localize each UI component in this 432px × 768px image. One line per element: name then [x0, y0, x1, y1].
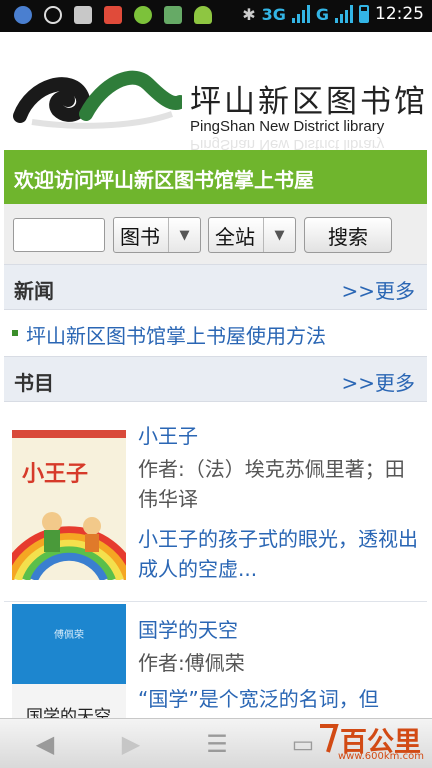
- gmail-icon: [104, 6, 122, 24]
- sim-icon: [164, 6, 182, 24]
- search-input[interactable]: [13, 218, 105, 252]
- library-name-cn: 坪山新区图书馆: [190, 84, 428, 120]
- search-type-select[interactable]: 图书 ▼: [113, 217, 201, 253]
- library-name-en: PingShan New District library: [190, 118, 385, 135]
- news-section-title: 新闻: [14, 279, 54, 303]
- signal-icon: [291, 5, 310, 23]
- wechat-icon: [134, 6, 152, 24]
- sync-icon: [44, 6, 62, 24]
- books-section-title: 书目: [14, 371, 54, 395]
- bluetooth-icon: ✱: [242, 4, 256, 24]
- book-item[interactable]: 傅佩荣 国学的天空 国学的天空 作者:傅佩荣 “国学”是个宽泛的名词，但: [4, 602, 427, 718]
- android-icon: [194, 6, 212, 24]
- welcome-banner: 欢迎访问坪山新区图书馆掌上书屋: [4, 150, 427, 204]
- books-more-link[interactable]: >>更多: [341, 367, 415, 396]
- site-watermark: 百公里 www.600km.com: [316, 720, 428, 764]
- notification-icons: [14, 6, 212, 24]
- status-bar: ✱ 3G G 12:25: [0, 0, 432, 32]
- book-title[interactable]: 小王子: [138, 420, 198, 449]
- back-arrow-icon[interactable]: ◀: [30, 729, 60, 759]
- search-type-value: 图书: [120, 224, 160, 249]
- forward-arrow-icon[interactable]: ▶: [116, 729, 146, 759]
- gallery-icon: [74, 6, 92, 24]
- library-logo-icon: [13, 70, 182, 129]
- book-cover-title: 国学的天空: [26, 707, 111, 718]
- news-more-link[interactable]: >>更多: [341, 275, 415, 304]
- book-description: “国学”是个宽泛的名词，但: [138, 687, 379, 711]
- books-section-header: 书目 >>更多: [4, 356, 427, 402]
- signal-icon-2: [335, 5, 353, 23]
- book-item[interactable]: 小王子 小王子 作者:（法）埃克苏佩里著；田伟华译 小王子的孩子式的眼光，透视出…: [4, 402, 427, 600]
- search-bar: 图书 ▼ 全站 ▼ 搜索: [4, 204, 427, 264]
- search-scope-value: 全站: [215, 224, 255, 249]
- book-cover-art: [12, 604, 126, 718]
- chevron-down-icon: ▼: [168, 218, 200, 252]
- news-item-title[interactable]: 坪山新区图书馆掌上书屋使用方法: [26, 320, 326, 349]
- chevron-down-icon: ▼: [263, 218, 295, 252]
- battery-icon: [359, 5, 369, 23]
- book-cover-image[interactable]: 小王子: [12, 430, 126, 580]
- book-description: 小王子的孩子式的眼光，透视出成人的空虚...: [138, 527, 418, 581]
- watermark-url: www.600km.com: [338, 751, 424, 762]
- bullet-icon: [12, 330, 18, 336]
- news-item[interactable]: 坪山新区图书馆掌上书屋使用方法: [4, 310, 427, 356]
- book-cover-image[interactable]: 傅佩荣 国学的天空: [12, 604, 126, 718]
- app-icon: [14, 6, 32, 24]
- carrier-signal: G: [315, 4, 329, 24]
- search-button[interactable]: 搜索: [304, 217, 392, 253]
- news-section-header: 新闻 >>更多: [4, 264, 427, 310]
- library-header: 坪山新区图书馆 PingShan New District library Pi…: [0, 32, 432, 153]
- book-title[interactable]: 国学的天空: [138, 614, 238, 643]
- book-author: 作者:傅佩荣: [138, 651, 245, 675]
- network-type: 3G: [261, 4, 286, 24]
- book-cover-author: 傅佩荣: [54, 630, 84, 641]
- book-author: 作者:（法）埃克苏佩里著；田伟华译: [138, 457, 405, 511]
- book-cover-title: 小王子: [22, 462, 89, 487]
- search-scope-select[interactable]: 全站 ▼: [208, 217, 296, 253]
- watermark-logo-icon: [320, 724, 339, 753]
- menu-icon[interactable]: ☰: [202, 729, 232, 759]
- clock: 12:25: [375, 4, 424, 24]
- book-cover-art: [12, 430, 126, 580]
- windows-icon[interactable]: ▭: [288, 729, 318, 759]
